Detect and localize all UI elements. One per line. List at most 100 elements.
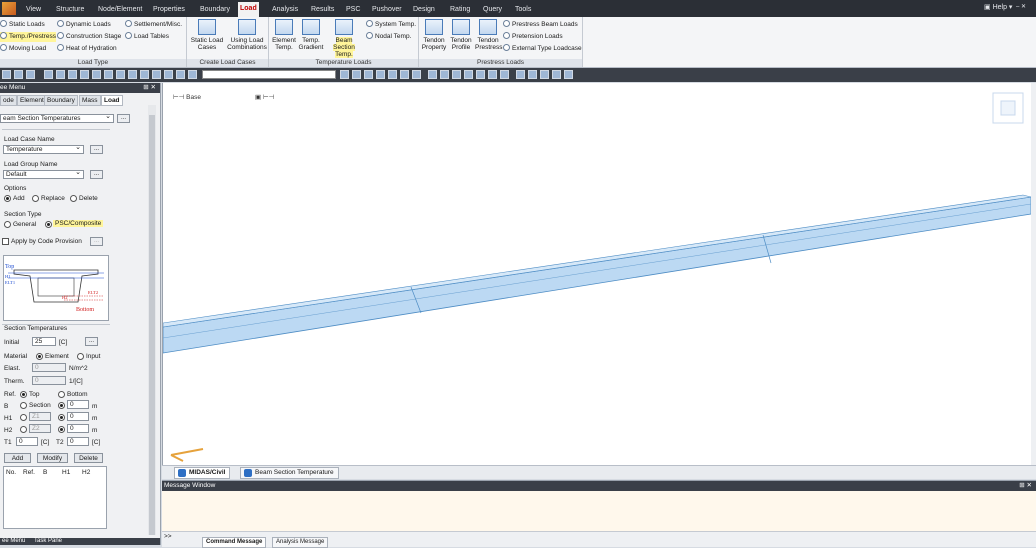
static-loads-button[interactable]: Static Loads [0,20,45,30]
h1-z-radio[interactable] [20,414,27,421]
tab-beam-section-temperature[interactable]: Beam Section Temperature [240,467,339,479]
tab-design[interactable]: Design [411,3,437,17]
view-icon[interactable] [400,70,409,79]
tab-node-element[interactable]: Node/Element [96,3,144,17]
modify-button[interactable]: Modify [37,453,68,463]
delete-button[interactable]: Delete [74,453,103,463]
tab-query[interactable]: Query [481,3,504,17]
material-input-radio[interactable] [77,353,84,360]
view-icon[interactable] [352,70,361,79]
select-icon[interactable] [68,70,77,79]
apply-by-code-more-button[interactable]: ... [90,237,103,246]
view-icon[interactable] [412,70,421,79]
system-temp-button[interactable]: System Temp. [366,20,416,30]
load-group-more-button[interactable]: ... [90,170,103,179]
load-group-name-select[interactable]: Default [3,169,84,179]
t2-input[interactable]: 0 [67,437,89,446]
temp-prestress-button[interactable]: Temp./Prestress [0,32,56,42]
h1-value-input[interactable]: 0 [67,412,89,421]
h2-value-input[interactable]: 0 [67,424,89,433]
display-icon[interactable] [488,70,497,79]
initial-more-button[interactable]: ... [85,337,98,346]
view-icon[interactable] [376,70,385,79]
selection-input[interactable] [202,70,336,79]
render-icon[interactable] [564,70,573,79]
select-icon[interactable] [116,70,125,79]
display-icon[interactable] [452,70,461,79]
app-logo-icon[interactable] [2,2,16,15]
tab-boundary[interactable]: Boundary [44,95,78,106]
section-general-radio[interactable] [4,221,11,228]
load-tables-button[interactable]: Load Tables [125,32,169,42]
construction-stage-button[interactable]: Construction Stage [57,32,121,42]
command-more-button[interactable]: ... [117,114,130,123]
option-add-radio[interactable] [4,195,11,202]
tab-pushover[interactable]: Pushover [370,3,404,17]
select-icon[interactable] [92,70,101,79]
viewport-scrollbar[interactable] [1031,83,1036,466]
tab-structure[interactable]: Structure [54,3,86,17]
add-button[interactable]: Add [4,453,31,463]
tab-tools[interactable]: Tools [513,3,533,17]
view-icon[interactable] [340,70,349,79]
h2-z-radio[interactable] [20,426,27,433]
zoom-icon[interactable] [140,70,149,79]
display-icon[interactable] [440,70,449,79]
tendon-prestress-button[interactable]: Tendon Prestress [475,19,502,51]
tab-mass[interactable]: Mass [79,95,101,106]
tab-command-message[interactable]: Command Message [202,537,267,548]
tab-psc[interactable]: PSC [344,3,362,17]
model-viewport[interactable]: ⊢⊣ Base ▣ ⊢⊣ [162,83,1036,466]
tab-load-panel[interactable]: Load [101,95,123,106]
initial-temp-input[interactable]: 25 [32,337,56,346]
select-icon[interactable] [56,70,65,79]
tab-rating[interactable]: Rating [448,3,472,17]
scrollbar-thumb[interactable] [149,115,155,535]
tab-load[interactable]: Load [238,2,259,17]
tendon-property-button[interactable]: Tendon Property [421,19,447,51]
select-icon[interactable] [80,70,89,79]
h2-value-radio[interactable] [58,426,65,433]
h2-z-select[interactable]: Z2 [29,424,51,433]
tab-results[interactable]: Results [309,3,336,17]
tab-analysis[interactable]: Analysis [270,3,300,17]
tab-task-pane[interactable]: Task Pane [34,538,62,545]
therm-input[interactable]: 0 [32,376,66,385]
load-case-more-button[interactable]: ... [90,145,103,154]
b-value-input[interactable]: 0 [67,400,89,409]
prestress-beam-loads-button[interactable]: Prestress Beam Loads [503,20,578,30]
display-icon[interactable] [476,70,485,79]
h1-z-select[interactable]: Z1 [29,412,51,421]
settlement-misc-button[interactable]: Settlement/Misc. [125,20,182,30]
view-icon[interactable] [388,70,397,79]
help-menu[interactable]: ▣ Help ▾ [984,3,1012,11]
panel-scrollbar[interactable] [148,105,156,535]
arrow-icon[interactable] [14,70,23,79]
zoom-icon[interactable] [164,70,173,79]
render-icon[interactable] [540,70,549,79]
ref-bottom-radio[interactable] [58,391,65,398]
tab-tree-menu[interactable]: ee Menu [2,538,25,545]
material-element-radio[interactable] [36,353,43,360]
render-icon[interactable] [528,70,537,79]
render-icon[interactable] [516,70,525,79]
display-icon[interactable] [464,70,473,79]
arrow-icon[interactable] [2,70,11,79]
using-load-combinations-button[interactable]: Using Load Combinations [227,19,267,51]
elast-input[interactable]: 0 [32,363,66,372]
tab-element[interactable]: Element [17,95,47,106]
tab-boundary[interactable]: Boundary [198,3,232,17]
heat-of-hydration-button[interactable]: Heat of Hydration [57,44,117,54]
zoom-icon[interactable] [188,70,197,79]
option-replace-radio[interactable] [32,195,39,202]
beam-section-temp-button[interactable]: Beam Section Temp. [325,19,363,58]
temp-gradient-button[interactable]: Temp. Gradient [298,19,324,51]
section-temps-table[interactable]: No. Ref. B H1 H2 [3,466,107,529]
pin-close-icon[interactable]: ⊞ ✕ [143,83,156,93]
tab-view[interactable]: View [24,3,43,17]
t1-input[interactable]: 0 [16,437,38,446]
h1-value-radio[interactable] [58,414,65,421]
pin-close-icon[interactable]: ⊞ ✕ [1019,481,1032,491]
static-load-cases-button[interactable]: Static Load Cases [189,19,225,51]
load-case-name-select[interactable]: Temperature [3,144,84,154]
